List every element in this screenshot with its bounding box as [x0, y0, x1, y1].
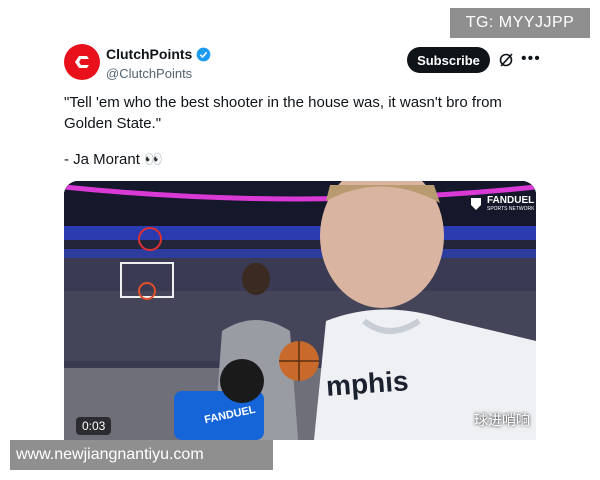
fanduel-shield-icon [471, 197, 481, 210]
jersey-text: mphis [324, 365, 410, 402]
video-player[interactable]: FANDUEL SPORTS NETWORK FANDUEL mphis 球进哨… [64, 181, 536, 440]
tweet-line-1: "Tell 'em who the best shooter in the ho… [64, 94, 502, 111]
video-frame [64, 181, 536, 440]
verified-badge-icon [196, 47, 211, 61]
watermark-tg: TG: MYYJJPP [450, 8, 590, 38]
account-info: ClutchPoints @ClutchPoints [106, 46, 211, 81]
account-name-text[interactable]: ClutchPoints [106, 46, 192, 62]
fanduel-overlay: FANDUEL SPORTS NETWORK [469, 195, 534, 212]
grok-icon[interactable] [498, 52, 514, 68]
video-caption: 球进哨响 [474, 412, 530, 428]
avatar[interactable] [64, 44, 100, 80]
clutchpoints-logo-icon [75, 56, 89, 68]
tweet-text: "Tell 'em who the best shooter in the ho… [64, 92, 534, 134]
tweet-line-2: Golden State." [64, 115, 162, 132]
more-icon[interactable]: ••• [521, 50, 541, 68]
fanduel-overlay-line1: FANDUEL [487, 195, 535, 206]
account-handle[interactable]: @ClutchPoints [106, 66, 211, 81]
watermark-url: www.newjiangnantiyu.com [10, 440, 273, 470]
video-timestamp: 0:03 [76, 417, 112, 435]
fanduel-overlay-line2: SPORTS NETWORK [487, 206, 535, 212]
tweet-author: - Ja Morant 👀 [64, 151, 163, 168]
subscribe-button[interactable]: Subscribe [407, 47, 490, 73]
account-name[interactable]: ClutchPoints [106, 46, 211, 62]
